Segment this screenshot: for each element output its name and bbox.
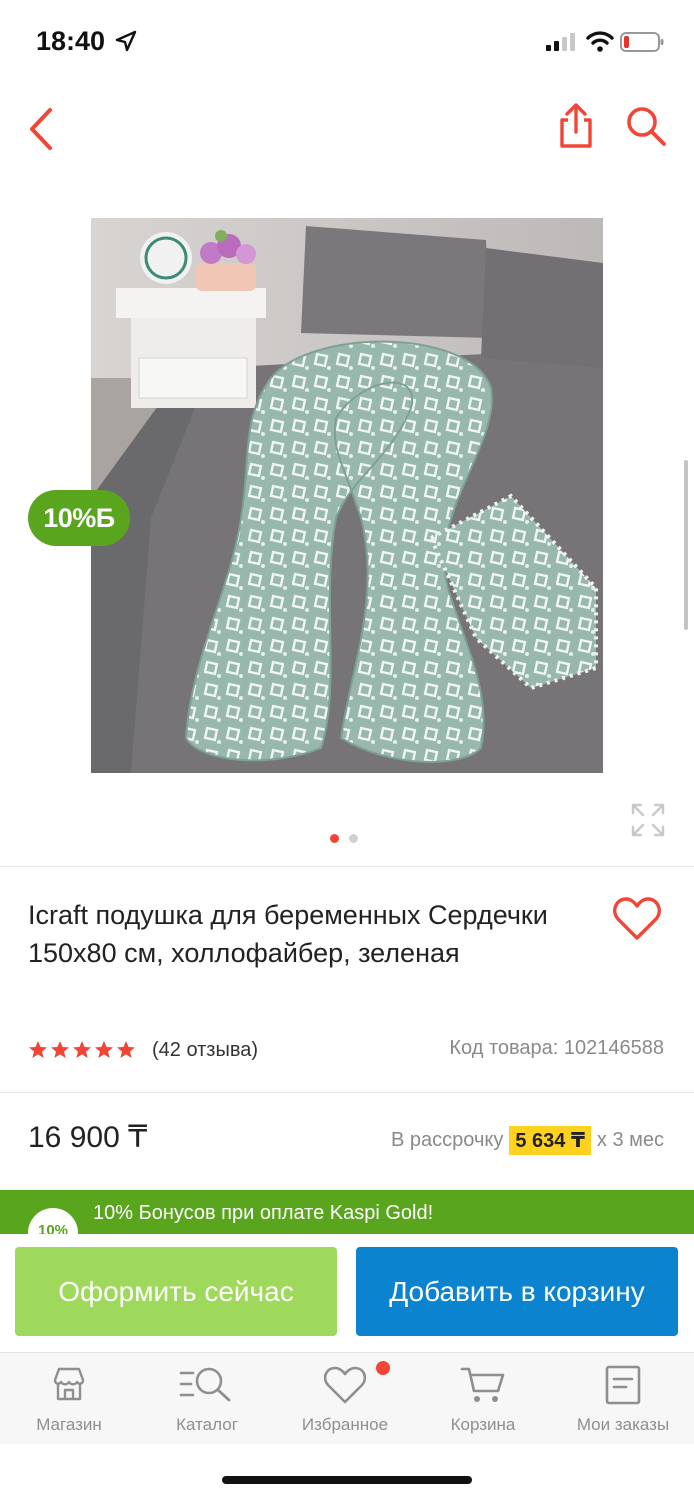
tab-label: Магазин — [36, 1415, 102, 1434]
action-bar: Оформить сейчас Добавить в корзину — [0, 1234, 694, 1352]
share-icon[interactable] — [556, 102, 596, 150]
bonus-banner[interactable]: 10% 10% Бонусов при оплате Kaspi Gold! — [0, 1190, 694, 1234]
reviews-link[interactable]: (42 отзыва) — [152, 1039, 258, 1062]
installment-prefix: В рассрочку — [391, 1129, 504, 1151]
bonus-badge: 10%Б — [28, 490, 130, 546]
pagination-dot[interactable] — [349, 834, 358, 843]
product-price: 16 900 ₸ — [28, 1121, 148, 1154]
star-icon — [73, 1041, 91, 1058]
cellular-signal-icon — [546, 33, 575, 51]
tab-label: Корзина — [450, 1415, 516, 1434]
pregnancy-pillow-image — [91, 218, 603, 773]
buy-now-button[interactable]: Оформить сейчас — [15, 1247, 337, 1336]
tab-orders[interactable]: Мои заказы — [554, 1353, 692, 1445]
shop-icon — [53, 1367, 85, 1401]
installment-info: В рассрочку 5 634 ₸ х 3 мес — [391, 1126, 664, 1155]
tab-label: Каталог — [176, 1415, 238, 1434]
tab-cart[interactable]: Корзина — [414, 1353, 552, 1445]
top-navigation — [0, 90, 694, 170]
star-icon — [95, 1041, 113, 1058]
product-gallery[interactable]: 10%Б — [0, 170, 694, 865]
product-code: Код товара: 102146588 — [449, 1037, 664, 1059]
heart-icon — [323, 1366, 367, 1404]
star-icon — [117, 1041, 135, 1058]
status-time: 18:40 — [36, 26, 106, 56]
tab-favorites[interactable]: Избранное — [276, 1353, 414, 1445]
star-icon — [29, 1041, 47, 1058]
catalog-search-icon — [179, 1367, 231, 1402]
bonus-banner-text: 10% Бонусов при оплате Kaspi Gold! — [93, 1202, 434, 1224]
divider — [0, 866, 694, 867]
tab-catalog[interactable]: Каталог — [138, 1353, 276, 1445]
status-bar: 18:40 — [0, 0, 694, 84]
home-indicator — [222, 1476, 472, 1484]
search-icon[interactable] — [624, 104, 668, 148]
gallery-pagination — [330, 834, 358, 843]
star-rating — [28, 1040, 136, 1060]
pagination-dot-active[interactable] — [330, 834, 339, 843]
tab-label: Избранное — [301, 1415, 389, 1434]
tab-label: Мои заказы — [576, 1415, 670, 1434]
bonus-circle-badge: 10% — [28, 1208, 78, 1234]
scroll-indicator — [684, 460, 688, 630]
product-title: Icraft подушка для беременных Сердечки 1… — [28, 900, 548, 968]
favorites-notification-dot — [376, 1361, 390, 1375]
orders-icon — [605, 1365, 641, 1405]
star-icon — [51, 1041, 69, 1058]
tab-shop[interactable]: Магазин — [0, 1353, 138, 1445]
bottom-tab-bar: Магазин Каталог Избранное Корзина Мои за… — [0, 1352, 694, 1444]
battery-icon — [620, 32, 664, 52]
installment-amount: 5 634 ₸ — [509, 1126, 591, 1155]
fullscreen-expand-icon[interactable] — [630, 802, 666, 838]
favorite-heart-icon[interactable] — [612, 896, 662, 942]
add-to-cart-button[interactable]: Добавить в корзину — [356, 1247, 678, 1336]
cart-icon — [460, 1367, 505, 1402]
wifi-icon — [586, 31, 614, 52]
back-arrow-icon[interactable] — [24, 106, 58, 152]
rating-row: (42 отзыва) — [28, 1036, 258, 1064]
installment-term: х 3 мес — [596, 1129, 664, 1151]
location-arrow-icon — [115, 30, 137, 52]
divider — [0, 1092, 694, 1093]
product-photo[interactable] — [91, 218, 603, 773]
